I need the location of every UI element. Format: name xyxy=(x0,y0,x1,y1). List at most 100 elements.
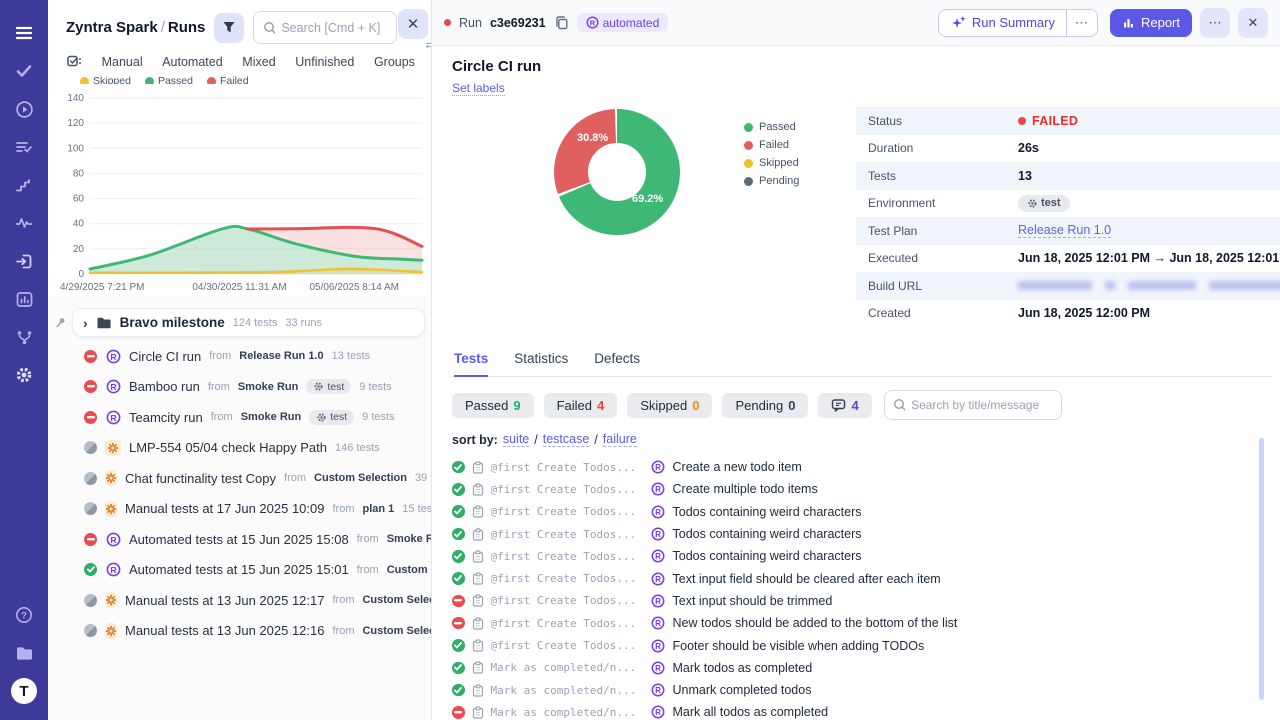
test-row[interactable]: Mark as completed/n...RUnmark completed … xyxy=(452,679,1272,701)
app-logo[interactable]: T xyxy=(0,672,48,710)
tab-automated[interactable]: Automated xyxy=(162,55,222,69)
manual-run-icon xyxy=(105,501,117,517)
sort-by-testcase[interactable]: testcase xyxy=(543,432,590,447)
status-passed-icon xyxy=(452,684,465,697)
run-row[interactable]: RAutomated tests at 15 Jun 2025 15:08fro… xyxy=(48,524,431,555)
comments-filter[interactable]: 4 xyxy=(818,393,871,418)
detail-row: Build URL xyxy=(856,272,1280,300)
scrollbar-thumb[interactable] xyxy=(1259,438,1264,700)
tab-statistics[interactable]: Statistics xyxy=(514,351,568,376)
clipboard-icon xyxy=(472,706,484,719)
donut-legend-item[interactable]: Skipped xyxy=(744,157,840,169)
test-row[interactable]: @first Create Todos...RText input should… xyxy=(452,590,1272,612)
donut-legend-item[interactable]: Pending xyxy=(744,175,840,187)
run-row[interactable]: Chat functinality test CopyfromCustom Se… xyxy=(48,463,431,494)
settings-icon[interactable] xyxy=(0,356,48,394)
run-summary-button[interactable]: Run Summary ⋯ xyxy=(938,9,1098,37)
analytics-icon[interactable] xyxy=(0,280,48,318)
group-card[interactable]: › Bravo milestone 124 tests 33 runs xyxy=(72,308,425,337)
test-list-icon[interactable] xyxy=(0,128,48,166)
report-button[interactable]: Report xyxy=(1110,9,1192,37)
runs-search[interactable] xyxy=(253,11,397,44)
run-row[interactable]: RBamboo runfromSmoke Runtest9 tests xyxy=(48,372,431,403)
run-row[interactable]: RCircle CI runfromRelease Run 1.013 test… xyxy=(48,341,431,372)
test-row[interactable]: @first Create Todos...RTodos containing … xyxy=(452,523,1272,545)
tab-defects[interactable]: Defects xyxy=(594,351,640,376)
automated-r-icon: R xyxy=(651,683,665,697)
test-title: Mark todos as completed xyxy=(673,661,813,675)
run-row[interactable]: RAutomated tests at 15 Jun 2025 15:01fro… xyxy=(48,555,431,586)
pulse-icon[interactable] xyxy=(0,204,48,242)
run-row[interactable]: LMP-554 05/04 check Happy Path146 tests xyxy=(48,433,431,464)
filter-passed[interactable]: Passed 9 xyxy=(452,393,534,418)
tab-tests[interactable]: Tests xyxy=(454,351,488,377)
select-all-icon[interactable] xyxy=(66,54,82,69)
close-panel-button[interactable]: ✕ xyxy=(398,9,428,39)
steps-icon[interactable] xyxy=(0,166,48,204)
branch-icon[interactable] xyxy=(0,318,48,356)
run-title: Chat functinality test Copy xyxy=(125,471,276,486)
test-row[interactable]: Mark as completed/n...RMark all todos as… xyxy=(452,701,1272,720)
import-icon[interactable] xyxy=(0,242,48,280)
run-summary-more-button[interactable]: ⋯ xyxy=(1066,10,1097,36)
checks-icon[interactable] xyxy=(0,52,48,90)
filter-button[interactable] xyxy=(214,13,244,43)
sort-by-suite[interactable]: suite xyxy=(503,432,529,447)
test-row[interactable]: @first Create Todos...RText input field … xyxy=(452,567,1272,589)
tab-groups[interactable]: Groups xyxy=(374,55,415,69)
status-failed-icon xyxy=(452,617,465,630)
test-row[interactable]: Mark as completed/n...RMark todos as com… xyxy=(452,657,1272,679)
set-labels-link[interactable]: Set labels xyxy=(452,81,505,96)
run-row[interactable]: RTeamcity runfromSmoke Runtest9 tests xyxy=(48,402,431,433)
donut-legend-item[interactable]: Failed xyxy=(744,139,840,151)
more-actions-button[interactable]: ⋯ xyxy=(1200,8,1230,38)
legend-item[interactable]: Skipped xyxy=(80,75,131,84)
chevron-right-icon[interactable]: › xyxy=(83,316,88,330)
svg-text:R: R xyxy=(655,530,661,539)
runs-icon[interactable] xyxy=(0,90,48,128)
run-source: Custom Selection xyxy=(314,472,407,484)
filter-failed[interactable]: Failed 4 xyxy=(544,393,618,418)
filter-skipped[interactable]: Skipped 0 xyxy=(627,393,712,418)
test-row[interactable]: @first Create Todos...RNew todos should … xyxy=(452,612,1272,634)
run-tests-count: 9 tests xyxy=(359,381,391,393)
detail-row: ExecutedJun 18, 2025 12:01 PM → Jun 18, … xyxy=(856,245,1280,273)
test-row[interactable]: @first Create Todos...RCreate a new todo… xyxy=(452,456,1272,478)
runs-search-input[interactable] xyxy=(281,21,387,35)
copy-icon[interactable] xyxy=(554,15,569,30)
tab-manual[interactable]: Manual xyxy=(102,55,143,69)
run-source: Release Run 1.0 xyxy=(239,350,323,362)
legend-item[interactable]: Passed xyxy=(145,75,193,84)
svg-text:R: R xyxy=(589,18,595,27)
tests-search-input[interactable] xyxy=(911,398,1053,412)
run-row[interactable]: Manual tests at 17 Jun 2025 10:09frompla… xyxy=(48,494,431,525)
run-group-row[interactable]: › Bravo milestone 124 tests 33 runs xyxy=(54,308,425,337)
legend-item[interactable]: Failed xyxy=(207,75,249,84)
run-source: Custom Selection xyxy=(362,625,431,637)
test-row[interactable]: @first Create Todos...RCreate multiple t… xyxy=(452,478,1272,500)
filter-pending[interactable]: Pending 0 xyxy=(722,393,808,418)
help-icon[interactable]: ? xyxy=(0,596,48,634)
automated-r-icon: R xyxy=(651,460,665,474)
close-detail-button[interactable]: ✕ xyxy=(1238,8,1268,38)
automated-r-icon: R xyxy=(106,562,121,577)
donut-legend-item[interactable]: Passed xyxy=(744,121,840,133)
test-plan-link[interactable]: Release Run 1.0 xyxy=(1018,223,1111,238)
tab-mixed[interactable]: Mixed xyxy=(242,55,275,69)
svg-text:100: 100 xyxy=(67,143,84,154)
menu-icon[interactable] xyxy=(0,14,48,52)
run-row[interactable]: Manual tests at 13 Jun 2025 12:17fromCus… xyxy=(48,585,431,616)
tests-search[interactable] xyxy=(884,390,1062,420)
breadcrumb-project[interactable]: Zyntra Spark xyxy=(66,19,158,36)
test-row[interactable]: @first Create Todos...RTodos containing … xyxy=(452,501,1272,523)
sort-by-failure[interactable]: failure xyxy=(603,432,637,447)
projects-folder-icon[interactable] xyxy=(0,634,48,672)
test-row[interactable]: @first Create Todos...RFooter should be … xyxy=(452,634,1272,656)
test-row[interactable]: @first Create Todos...RTodos containing … xyxy=(452,545,1272,567)
run-row[interactable]: Manual tests at 13 Jun 2025 12:16fromCus… xyxy=(48,616,431,647)
test-suite: @first Create Todos... xyxy=(491,461,643,474)
automated-badge: R automated xyxy=(577,13,669,32)
status-failed-icon xyxy=(84,411,97,424)
run-tests-count: 39 tests xyxy=(415,472,431,484)
tab-unfinished[interactable]: Unfinished xyxy=(295,55,354,69)
